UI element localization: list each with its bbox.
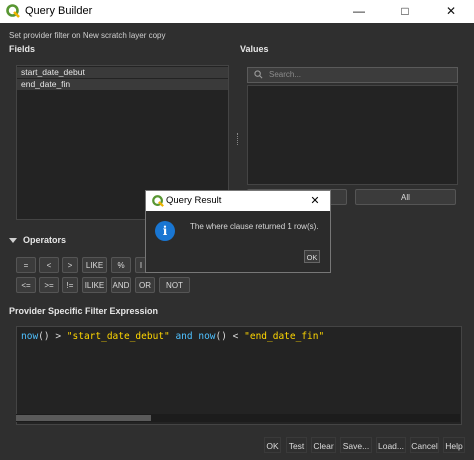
- save-button[interactable]: Save...: [340, 437, 372, 453]
- operator-ilike-button[interactable]: ILIKE: [82, 277, 107, 293]
- list-item[interactable]: end_date_fin: [17, 79, 228, 90]
- query-result-dialog: Query Result ✕ i The where clause return…: [145, 190, 331, 273]
- expression-text: now() > "start_date_debut" and now() < "…: [21, 331, 324, 342]
- qgis-logo-icon: [6, 4, 20, 18]
- keyword-token: and: [169, 331, 199, 342]
- dialog-message: The where clause returned 1 row(s).: [190, 222, 319, 231]
- window-title: Query Builder: [25, 5, 93, 17]
- expression-heading: Provider Specific Filter Expression: [9, 306, 159, 316]
- dialog-title: Query Result: [166, 195, 222, 206]
- operator-like-button[interactable]: LIKE: [82, 257, 107, 273]
- horizontal-scrollbar[interactable]: [16, 414, 460, 422]
- values-heading: Values: [240, 44, 269, 54]
- operator-not-button[interactable]: NOT: [159, 277, 190, 293]
- info-icon: i: [155, 221, 175, 241]
- minimize-button[interactable]: —: [336, 0, 382, 23]
- operator-equals-button[interactable]: =: [16, 257, 36, 273]
- load-button[interactable]: Load...: [376, 437, 406, 453]
- operator-token: () <: [215, 331, 245, 342]
- expression-editor[interactable]: now() > "start_date_debut" and now() < "…: [16, 326, 462, 425]
- search-icon: [254, 70, 263, 79]
- close-button[interactable]: ✕: [428, 0, 474, 23]
- values-list[interactable]: [247, 85, 458, 185]
- chevron-down-icon[interactable]: [9, 236, 17, 244]
- clear-button[interactable]: Clear: [311, 437, 336, 453]
- search-input[interactable]: Search...: [247, 67, 458, 83]
- dialog-ok-button[interactable]: OK: [304, 250, 320, 263]
- operator-lte-button[interactable]: <=: [16, 277, 36, 293]
- subtitle: Set provider filter on New scratch layer…: [9, 31, 166, 40]
- search-placeholder: Search...: [269, 70, 302, 79]
- function-token: now: [198, 331, 216, 342]
- operator-greater-button[interactable]: >: [62, 257, 78, 273]
- operator-percent-button[interactable]: %: [111, 257, 131, 273]
- operator-less-button[interactable]: <: [39, 257, 59, 273]
- dialog-close-button[interactable]: ✕: [304, 192, 326, 210]
- function-token: now: [21, 331, 39, 342]
- operator-gte-button[interactable]: >=: [39, 277, 59, 293]
- cancel-button[interactable]: Cancel: [410, 437, 439, 453]
- field-token: "start_date_debut": [66, 331, 170, 342]
- list-item[interactable]: start_date_debut: [17, 67, 228, 78]
- operators-heading: Operators: [23, 235, 67, 245]
- title-bar: Query Builder — □ ✕: [0, 0, 474, 23]
- operator-notequal-button[interactable]: !=: [62, 277, 78, 293]
- splitter-handle[interactable]: [237, 133, 240, 145]
- operator-token: () >: [38, 331, 67, 342]
- scrollbar-thumb[interactable]: [16, 415, 151, 421]
- operator-or-button[interactable]: OR: [135, 277, 155, 293]
- test-button[interactable]: Test: [286, 437, 307, 453]
- dialog-title-bar: Query Result ✕: [146, 191, 330, 211]
- maximize-button[interactable]: □: [382, 0, 428, 23]
- operator-and-button[interactable]: AND: [111, 277, 131, 293]
- all-button[interactable]: All: [355, 189, 456, 205]
- field-token: "end_date_fin": [244, 331, 325, 342]
- qgis-logo-icon: [152, 195, 164, 207]
- fields-heading: Fields: [9, 44, 36, 54]
- ok-button[interactable]: OK: [264, 437, 281, 453]
- help-button[interactable]: Help: [443, 437, 465, 453]
